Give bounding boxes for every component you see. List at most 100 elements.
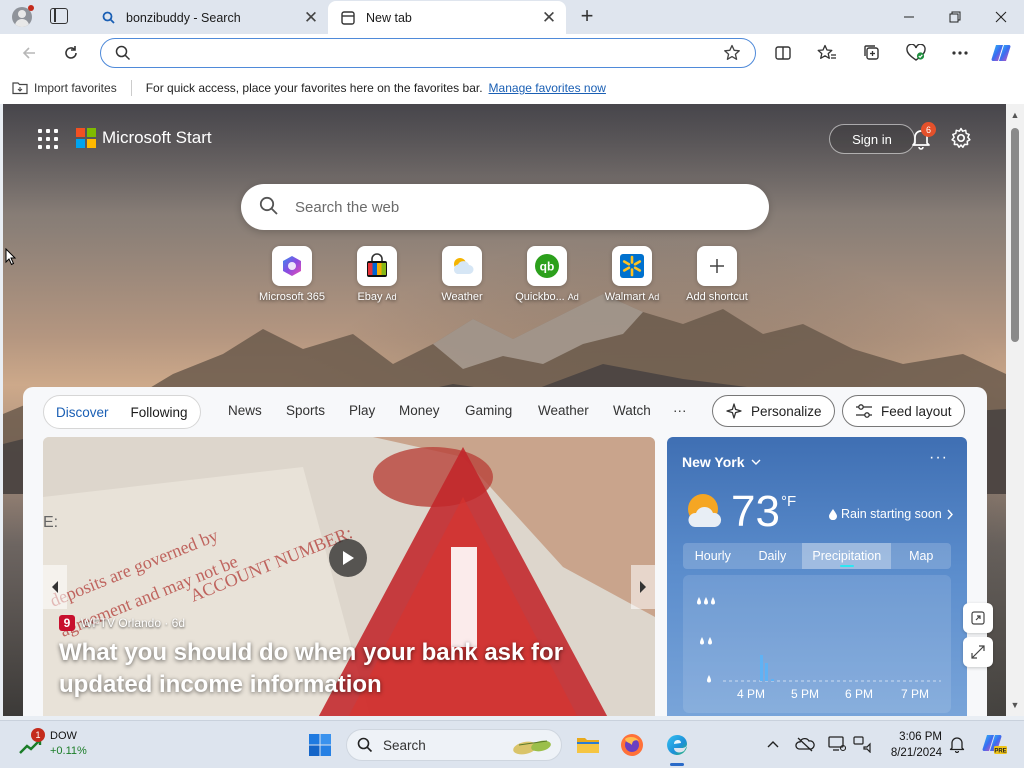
temperature-unit[interactable]: °F — [781, 493, 796, 510]
file-explorer-icon[interactable] — [572, 729, 604, 761]
refresh-button[interactable] — [58, 40, 84, 66]
shortcut-label: Quickbo... — [515, 291, 565, 303]
network-sound-icon[interactable] — [852, 733, 874, 755]
stock-name: DOW — [50, 730, 77, 742]
svg-text:qb: qb — [540, 260, 555, 274]
close-tab-icon[interactable]: ✕ — [538, 7, 560, 29]
weather-more-options-icon[interactable]: ··· — [929, 449, 948, 467]
close-tab-icon[interactable]: ✕ — [300, 7, 322, 29]
more-tabs-button[interactable]: ··· — [673, 403, 687, 418]
shortcut-weather[interactable]: Weather — [417, 246, 507, 303]
new-tab-button[interactable]: + — [576, 5, 598, 28]
notifications-icon[interactable] — [946, 733, 968, 755]
web-search-input[interactable] — [295, 196, 745, 218]
story-source-label: WFTV Orlando · 6d — [81, 616, 186, 630]
story-source: 9 WFTV Orlando · 6d — [59, 615, 185, 631]
weather-cloud-icon — [442, 246, 482, 286]
expand-icon[interactable] — [963, 637, 993, 667]
browser-essentials-icon[interactable] — [905, 42, 927, 64]
page-scrollbar[interactable]: ▲ ▼ — [1006, 104, 1024, 716]
weather-summary[interactable]: Rain starting soon — [829, 507, 954, 521]
favorites-hint: For quick access, place your favorites h… — [145, 81, 483, 95]
address-input[interactable] — [141, 44, 711, 62]
tab-weather[interactable]: Weather — [538, 403, 589, 418]
tab-money[interactable]: Money — [399, 403, 440, 418]
shortcut-label: Ebay — [357, 291, 383, 303]
display-icon[interactable] — [826, 733, 848, 755]
scroll-down-arrow-icon[interactable]: ▼ — [1010, 700, 1020, 710]
close-window-button[interactable] — [978, 4, 1024, 30]
weather-tab-hourly[interactable]: Hourly — [683, 543, 743, 569]
svg-text:PRE: PRE — [994, 749, 1006, 755]
tab-search[interactable]: bonzibuddy - Search ✕ — [88, 1, 328, 34]
scroll-up-arrow-icon[interactable]: ▲ — [1010, 110, 1020, 120]
tab-actions-icon[interactable] — [50, 8, 68, 24]
shortcut-ebay[interactable]: Ebay Ad — [332, 246, 422, 303]
feed-layout-button[interactable]: Feed layout — [842, 395, 965, 427]
page-settings-gear-icon[interactable] — [949, 126, 973, 150]
pivot-discover[interactable]: Discover — [56, 405, 109, 420]
hero-story-card[interactable]: deposits are governed by agreement and m… — [43, 437, 655, 716]
personalize-sparkle-icon — [726, 403, 742, 419]
tab-watch[interactable]: Watch — [613, 403, 651, 418]
favorites-icon[interactable] — [816, 42, 838, 64]
edge-browser-icon[interactable] — [661, 729, 693, 761]
ad-label: Ad — [648, 292, 660, 302]
precipitation-chart: 4 PM 5 PM 6 PM 7 PM — [683, 575, 951, 713]
copilot-icon[interactable] — [990, 42, 1012, 64]
onedrive-offline-icon[interactable] — [794, 733, 816, 755]
address-bar[interactable] — [100, 38, 756, 68]
weather-card[interactable]: New York ··· 73 °F Rain starting soon Ho… — [667, 437, 967, 716]
tab-sports[interactable]: Sports — [286, 403, 325, 418]
search-icon — [100, 10, 116, 26]
tab-news[interactable]: News — [228, 403, 262, 418]
brand-title[interactable]: Microsoft Start — [102, 128, 212, 148]
shortcut-microsoft-365[interactable]: Microsoft 365 — [247, 246, 337, 303]
stock-widget[interactable]: 1 DOW +0.11% — [18, 728, 98, 762]
tab-new-tab[interactable]: New tab ✕ — [328, 1, 566, 34]
sign-in-button[interactable]: Sign in — [829, 124, 915, 154]
collections-icon[interactable] — [861, 42, 883, 64]
weather-location-button[interactable]: New York — [682, 454, 761, 470]
pivot-following[interactable]: Following — [131, 405, 188, 420]
apps-launcher-icon[interactable] — [38, 129, 58, 149]
personalize-button[interactable]: Personalize — [712, 395, 835, 427]
add-favorite-star-icon[interactable] — [723, 44, 741, 67]
minimize-button[interactable] — [886, 4, 932, 30]
import-favorites-button[interactable]: Import favorites — [12, 81, 117, 95]
scrollbar-thumb[interactable] — [1011, 128, 1019, 342]
web-search-box[interactable] — [241, 184, 769, 230]
play-video-icon[interactable] — [329, 539, 367, 577]
browser-toolbar — [0, 34, 1024, 72]
ebay-bag-icon — [357, 246, 397, 286]
weather-tab-map[interactable]: Map — [891, 543, 951, 569]
shortcut-add[interactable]: Add shortcut — [672, 246, 762, 303]
weather-tab-daily[interactable]: Daily — [743, 543, 803, 569]
carousel-next-button[interactable] — [631, 565, 655, 609]
start-button[interactable] — [304, 729, 336, 761]
tab-play[interactable]: Play — [349, 403, 375, 418]
shortcut-walmart[interactable]: Walmart Ad — [587, 246, 677, 303]
tab-gaming[interactable]: Gaming — [465, 403, 512, 418]
story-headline[interactable]: What you should do when your bank ask fo… — [59, 637, 649, 701]
restore-button[interactable] — [932, 4, 978, 30]
weather-tab-precipitation[interactable]: Precipitation — [802, 543, 892, 569]
firefox-icon[interactable] — [616, 729, 648, 761]
manage-favorites-link[interactable]: Manage favorites now — [489, 81, 606, 95]
ad-label: Ad — [567, 292, 579, 302]
taskbar-search-box[interactable]: Search — [346, 729, 562, 761]
carousel-previous-button[interactable] — [43, 565, 67, 609]
search-icon — [115, 45, 131, 66]
split-screen-icon[interactable] — [772, 42, 794, 64]
system-clock[interactable]: 3:06 PM 8/21/2024 — [880, 729, 942, 761]
windows-taskbar: 1 DOW +0.11% Search 3:06 PM 8/21/2024 PR… — [0, 720, 1024, 768]
import-favorites-label: Import favorites — [34, 81, 117, 95]
clock-time: 3:06 PM — [899, 731, 942, 743]
back-button[interactable] — [16, 40, 42, 66]
open-in-new-icon[interactable] — [963, 603, 993, 633]
personalize-label: Personalize — [751, 403, 822, 419]
shortcut-quickbooks[interactable]: qb Quickbo... Ad — [502, 246, 592, 303]
show-hidden-icons-chevron-icon[interactable] — [762, 733, 784, 755]
copilot-preview-icon[interactable]: PRE — [980, 733, 1008, 755]
settings-and-more-icon[interactable] — [949, 42, 971, 64]
